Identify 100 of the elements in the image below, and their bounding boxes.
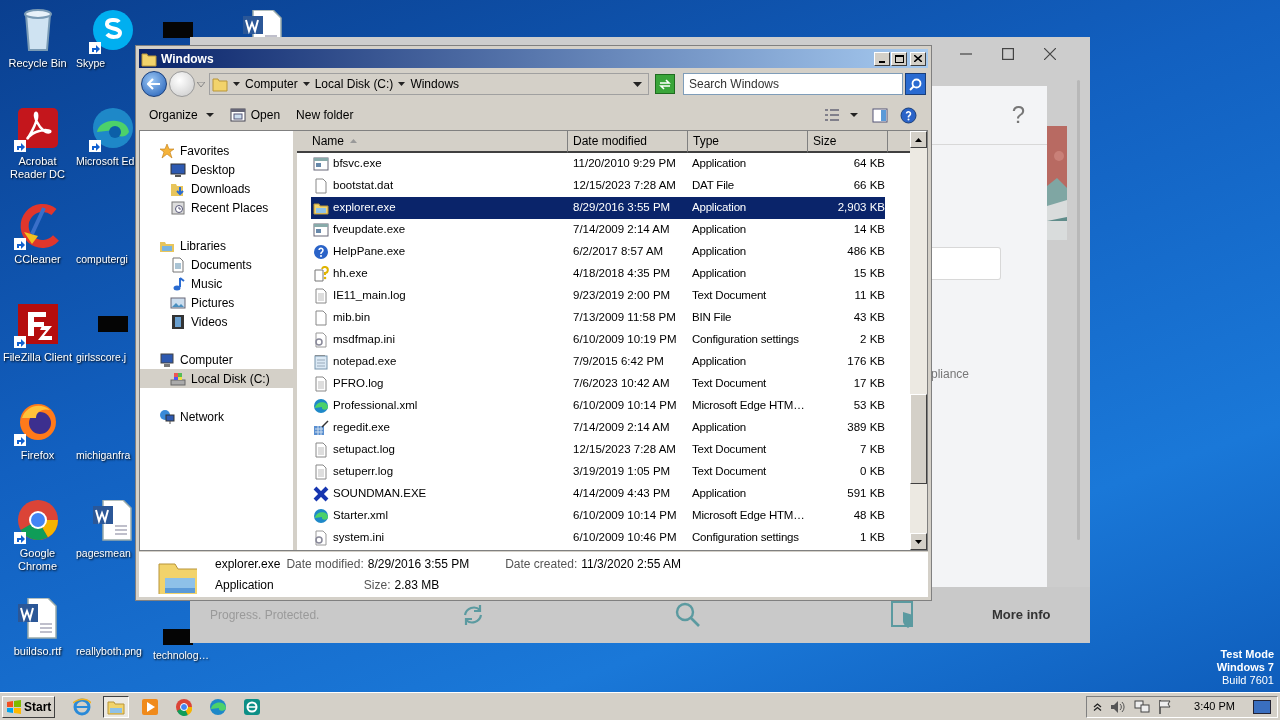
table-cell-text: 64 KB [852,156,885,172]
desktop-icon-label[interactable]: Google Chrome [0,547,75,573]
file-row[interactable]: msdfmap.ini 6/10/2009 10:19 PM Configuration settings 2 KB [311,329,885,351]
desktop-icon-label[interactable]: Firefox [0,449,75,462]
desktop-icon-label[interactable]: computergi [76,253,128,266]
file-row[interactable]: system.ini 6/10/2009 10:46 PM Configuration settings 1 KB [311,527,885,549]
desktop-icon-label[interactable]: Acrobat Reader DC [0,155,75,181]
scroll-up-icon [915,137,922,142]
file-row[interactable]: HelpPane.exe 6/2/2017 8:57 AM Application 486 KB [311,241,885,263]
file-row[interactable]: notepad.exe 7/9/2015 6:42 PM Application 176 KB [311,351,885,373]
security-app-icon [243,697,262,716]
desktop-icon-label[interactable]: michiganfra [76,449,131,462]
nav-item[interactable]: Network [140,407,293,426]
start-button[interactable]: Start [2,695,56,718]
desktop-icon-label[interactable]: reallyboth.png [76,645,142,658]
file-icon [313,178,329,194]
toolbar-button[interactable]: Open [222,104,288,126]
scroll-thumb[interactable] [910,394,927,484]
scrollbar[interactable] [910,131,927,550]
desktop-icon-label[interactable]: pagesmean [76,547,131,560]
nav-item[interactable]: Music [140,274,293,293]
file-name: SOUNDMAN.EXE [333,486,427,502]
help-button[interactable] [900,104,920,126]
table-cell-text: 2 KB [859,332,885,348]
column-header[interactable]: Size [808,131,888,153]
file-row[interactable]: setupact.log 12/15/2023 7:28 AM Text Document 7 KB [311,439,885,461]
desktop-icon-label[interactable]: girlsscore.j [76,351,127,364]
pictures-icon [170,294,186,311]
nav-item[interactable]: Computer [140,350,293,369]
table-cell-text: 3/19/2019 1:05 PM [572,464,672,480]
desktop-icon-label[interactable]: Microsoft Ed [76,155,135,168]
file-row[interactable]: Professional.xml 6/10/2009 10:14 PM Microsoft Edge HTM… 53 KB [311,395,885,417]
table-cell-text: 7/14/2009 2:14 AM [572,222,671,238]
table-cell-text: 11/20/2010 9:29 PM [572,156,677,172]
table-cell-text: Text Document [691,376,768,392]
edge-file-icon [313,508,329,524]
help-button[interactable]: ? [1011,97,1025,133]
file-row[interactable]: regedit.exe 7/14/2009 2:14 AM Application 389 KB [311,417,885,439]
search-field[interactable]: Search Windows [683,73,903,95]
clock[interactable]: 3:40 PM [1194,698,1235,715]
nav-item[interactable]: Libraries [140,236,293,255]
nav-item[interactable]: Documents [140,255,293,274]
back-button[interactable] [141,71,167,97]
file-row[interactable]: SOUNDMAN.EXE 4/14/2009 4:43 PM Application 591 KB [311,483,885,505]
file-row[interactable]: hh.exe 4/18/2018 4:35 PM Application 15 KB [311,263,885,285]
show-desktop-button[interactable] [1253,699,1271,714]
file-row[interactable]: bootstat.dat 12/15/2023 7:28 AM DAT File 66 KB [311,175,885,197]
desktop-icon-label[interactable]: technolog… [153,649,210,662]
taskbar-app-button[interactable] [103,695,130,718]
desktop-icon-label[interactable]: Recycle Bin [0,57,75,70]
file-row[interactable]: bfsvc.exe 11/20/2010 9:29 PM Application 64 KB [311,153,885,175]
desktop-icon-label[interactable]: buildso.rtf [0,645,75,658]
os-notice-text: Build 7601 [1222,674,1274,687]
toolbar-button[interactable]: Organize [142,104,221,126]
file-row[interactable]: PFRO.log 7/6/2023 10:42 AM Text Document 17 KB [311,373,885,395]
desktop-icon-label[interactable]: CCleaner [0,253,75,266]
nav-item[interactable]: Desktop [140,160,293,179]
dropdown-arrow-icon [197,81,205,87]
nav-item[interactable]: Downloads [140,179,293,198]
refresh-button[interactable] [655,74,675,94]
nav-item[interactable]: Videos [140,312,293,331]
table-cell-text: 7/14/2009 2:14 AM [572,420,671,436]
help-document-icon [313,266,329,282]
nav-item[interactable]: Recent Places [140,198,293,217]
search-button[interactable] [905,73,926,95]
breadcrumb[interactable]: Computer [245,75,298,93]
nav-item[interactable]: Favorites [140,141,293,160]
column-header[interactable]: Type [688,131,808,153]
file-row[interactable]: IE11_main.log 9/23/2019 2:00 PM Text Document 11 KB [311,285,885,307]
close-button[interactable] [910,51,926,66]
table-cell-text: 4/14/2009 4:43 PM [572,486,672,502]
file-row[interactable]: mib.bin 7/13/2009 11:58 PM BIN File 43 KB [311,307,885,329]
file-name: IE11_main.log [333,288,406,304]
nav-item[interactable]: Local Disk (C:) [140,369,293,388]
file-row[interactable]: Starter.xml 6/10/2009 10:14 PM Microsoft Edge HTM… 48 KB [311,505,885,527]
file-row[interactable]: explorer.exe 8/29/2016 3:55 PM Application 2,903 KB [311,197,885,219]
table-cell-text: Configuration settings [691,530,800,546]
desktop-icon-label[interactable]: Skype [76,57,106,70]
breadcrumb[interactable]: Local Disk (C:) [314,75,394,93]
file-name: hh.exe [333,266,368,282]
input-field[interactable] [931,247,1001,280]
desktop-icon-label[interactable]: FileZilla Client [0,351,75,364]
file-row[interactable]: fveupdate.exe 7/14/2009 2:14 AM Application 14 KB [311,219,885,241]
nav-item[interactable]: Pictures [140,293,293,312]
column-header[interactable]: Name [297,131,568,153]
table-cell-text: Configuration settings [691,332,800,348]
breadcrumb[interactable]: Windows [410,75,460,93]
address-bar[interactable]: Computer Local Disk (C:) Windows [209,73,649,95]
table-cell-text: 9/23/2019 2:00 PM [572,288,672,304]
file-row[interactable]: setuperr.log 3/19/2019 1:05 PM Text Document 0 KB [311,461,885,483]
maximize-button[interactable] [891,51,907,66]
minimize-button[interactable] [874,51,890,66]
scroll-down-icon [915,539,922,544]
edge-file-icon [313,398,329,414]
dropdown-arrow-icon [233,82,240,86]
more-info-link[interactable]: More info [992,605,1051,625]
toolbar-button[interactable]: New folder [289,104,361,126]
column-header[interactable]: Date modified [568,131,688,153]
table-cell-text: BIN File [691,310,733,326]
notepad-icon [313,354,329,370]
